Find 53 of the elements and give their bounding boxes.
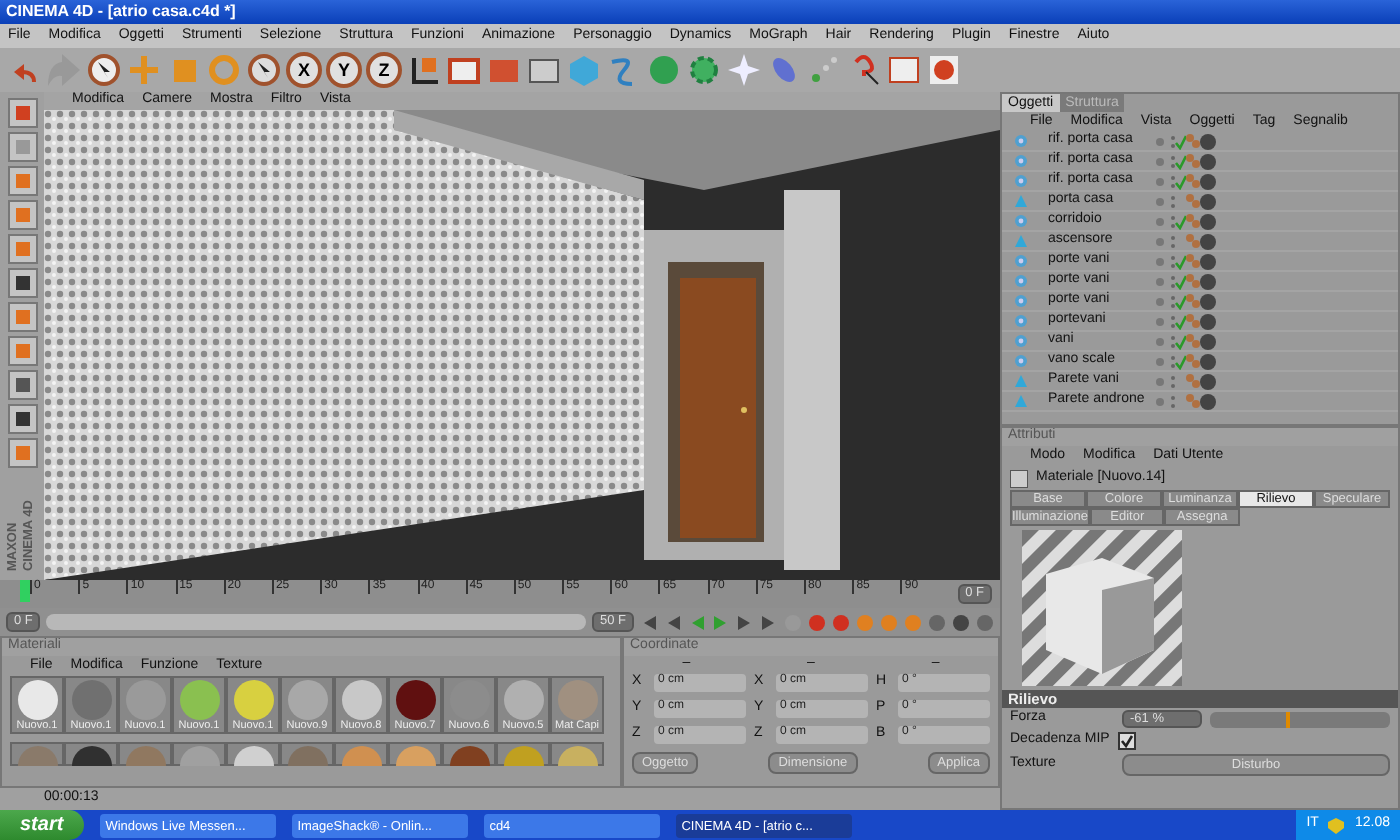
key-icon bbox=[832, 613, 850, 631]
polygon-icon bbox=[1014, 234, 1028, 248]
key-icon bbox=[976, 613, 994, 631]
play-icon bbox=[712, 613, 730, 631]
visibility-dot bbox=[1156, 177, 1164, 185]
visibility-dot bbox=[1156, 297, 1164, 305]
key-icon bbox=[808, 613, 826, 631]
key-icon bbox=[856, 613, 874, 631]
key-icon bbox=[952, 613, 970, 631]
visibility-dot bbox=[1156, 137, 1164, 145]
rotate-icon bbox=[206, 52, 242, 88]
visibility-dot bbox=[1156, 397, 1164, 405]
particles-icon bbox=[806, 52, 842, 88]
tool-icon[interactable] bbox=[7, 404, 37, 434]
axis-button[interactable]: X bbox=[286, 52, 322, 88]
step-icon bbox=[736, 613, 754, 631]
window-title: CINEMA 4D - [atrio casa.c4d *] bbox=[6, 2, 236, 22]
axis-button[interactable]: Z bbox=[366, 52, 402, 88]
start-button[interactable]: start bbox=[0, 810, 84, 840]
visibility-dot bbox=[1156, 377, 1164, 385]
playhead-icon bbox=[20, 580, 30, 602]
key-icon bbox=[904, 613, 922, 631]
play-back-icon bbox=[688, 613, 706, 631]
visibility-dot bbox=[1156, 337, 1164, 345]
move-icon bbox=[126, 52, 162, 88]
step-icon bbox=[664, 613, 682, 631]
sphere-icon bbox=[646, 52, 682, 88]
visibility-dot bbox=[1156, 357, 1164, 365]
visibility-dot bbox=[1156, 157, 1164, 165]
cursor-icon bbox=[86, 52, 122, 88]
tool-icon[interactable] bbox=[7, 268, 37, 298]
visibility-dot bbox=[1156, 257, 1164, 265]
skip-icon bbox=[640, 613, 658, 631]
visibility-dot bbox=[1156, 217, 1164, 225]
key-icon bbox=[928, 613, 946, 631]
cube-icon bbox=[566, 52, 602, 88]
key-icon bbox=[880, 613, 898, 631]
instance-icon bbox=[1014, 214, 1028, 228]
polygon-icon bbox=[1014, 194, 1028, 208]
cursor-icon bbox=[246, 52, 282, 88]
visibility-dot bbox=[1156, 317, 1164, 325]
visibility-dot bbox=[1156, 277, 1164, 285]
shield-icon bbox=[1328, 817, 1345, 833]
slider-thumb[interactable] bbox=[1285, 711, 1290, 727]
axis-icon bbox=[406, 52, 442, 88]
visibility-dot bbox=[1156, 197, 1164, 205]
timeline-scrollbar[interactable] bbox=[46, 614, 586, 630]
skip-icon bbox=[760, 613, 778, 631]
star-icon bbox=[726, 52, 762, 88]
tool-icon[interactable] bbox=[7, 370, 37, 400]
render-icon bbox=[926, 52, 962, 88]
visibility-dot bbox=[1156, 237, 1164, 245]
axis-button[interactable]: Y bbox=[326, 52, 362, 88]
